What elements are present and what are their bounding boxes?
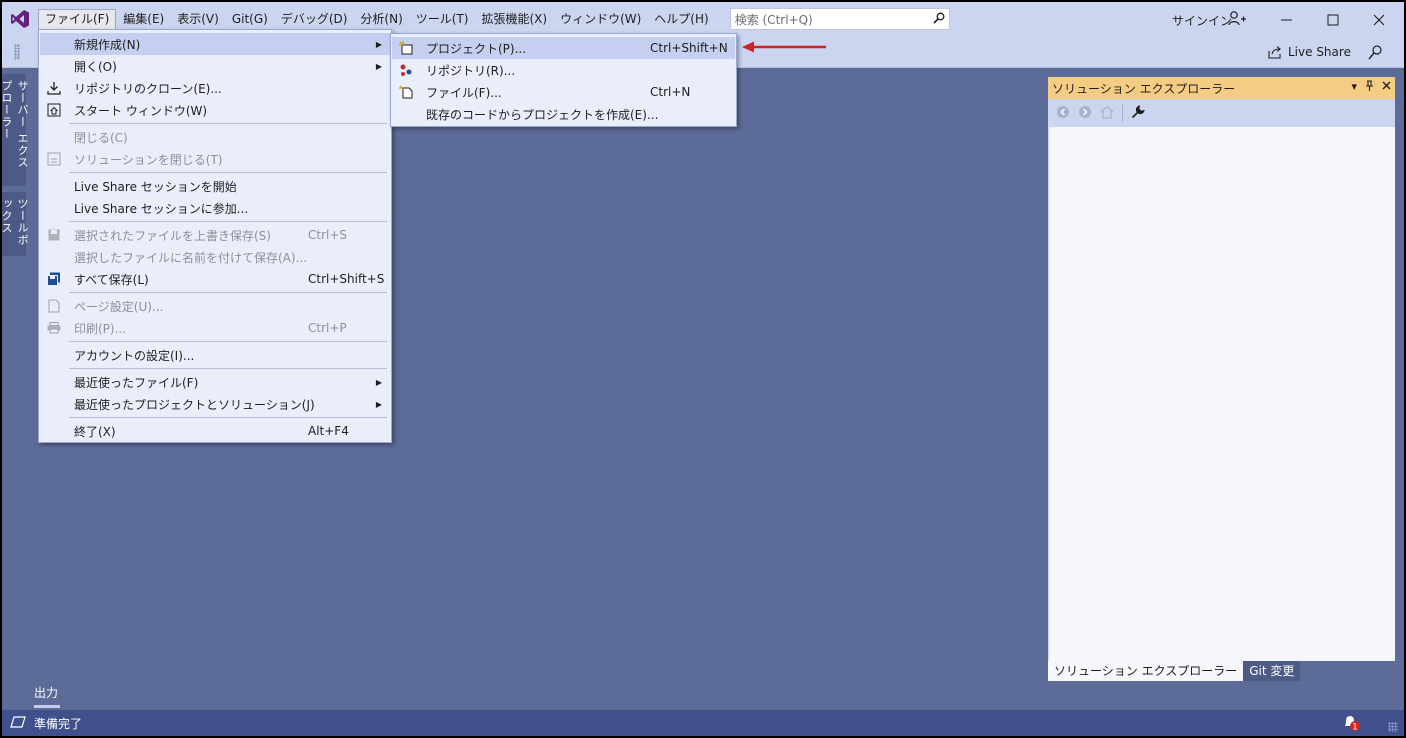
menu-git[interactable]: Git(G) <box>226 9 274 29</box>
solution-explorer-tabs: ソリューション エクスプローラー Git 変更 <box>1048 661 1395 681</box>
menu-liveshare-start[interactable]: Live Share セッションを開始 <box>40 175 390 197</box>
download-icon <box>46 80 62 96</box>
menu-exit[interactable]: 終了(X) Alt+F4 <box>40 420 390 442</box>
liveshare-button[interactable]: Live Share <box>1268 45 1351 59</box>
menu-file[interactable]: ファイル(F) <box>38 9 117 29</box>
menu-start-window[interactable]: スタート ウィンドウ(W) <box>40 99 390 121</box>
back-icon[interactable] <box>1056 105 1070 122</box>
menu-liveshare-join[interactable]: Live Share セッションに参加... <box>40 197 390 219</box>
menu-page-setup[interactable]: ページ設定(U)... <box>40 295 390 317</box>
menu-extensions[interactable]: 拡張機能(X) <box>475 9 553 29</box>
resize-grip-icon[interactable] <box>1388 722 1398 732</box>
liveshare-label: Live Share <box>1288 45 1351 59</box>
menu-debug[interactable]: デバッグ(D) <box>275 9 354 29</box>
tab-solution-explorer[interactable]: ソリューション エクスプローラー <box>1048 661 1244 681</box>
pin-icon[interactable] <box>1365 80 1374 94</box>
share-icon <box>1268 46 1281 59</box>
menu-separator <box>69 417 387 418</box>
menu-separator <box>69 221 387 222</box>
left-dock-tabs: サーバー エクスプローラー ツールボックス <box>2 74 29 262</box>
menu-help[interactable]: ヘルプ(H) <box>648 9 714 29</box>
notification-count: 1 <box>1352 723 1358 733</box>
submenu-new-repository[interactable]: リポジトリ(R)... <box>392 59 735 81</box>
printer-icon <box>46 320 62 336</box>
search-input[interactable]: 検索 (Ctrl+Q) <box>729 8 950 30</box>
menu-window[interactable]: ウィンドウ(W) <box>554 9 647 29</box>
toolbar-grip-icon[interactable] <box>14 44 20 60</box>
feedback-icon[interactable] <box>1368 44 1384 63</box>
menu-save-selected[interactable]: 選択されたファイルを上書き保存(S) Ctrl+S <box>40 224 390 246</box>
search-placeholder: 検索 (Ctrl+Q) <box>734 12 813 27</box>
annotation-arrow-icon <box>742 41 828 56</box>
dropdown-arrow-icon[interactable]: ▾ <box>1351 80 1357 94</box>
menu-new[interactable]: 新規作成(N) ▶ <box>40 33 390 55</box>
toolbar-divider <box>1122 104 1123 122</box>
menu-recent-projects[interactable]: 最近使ったプロジェクトとソリューション(J) ▶ <box>40 393 390 415</box>
close-button[interactable] <box>1364 8 1394 32</box>
menu-separator <box>69 292 387 293</box>
submenu-arrow-icon: ▶ <box>375 377 382 387</box>
solution-explorer-panel: ソリューション エクスプローラー ▾ ソリューション エクスプローラー Git … <box>1048 77 1395 681</box>
menu-save-as[interactable]: 選択したファイルに名前を付けて保存(A)... <box>40 246 390 268</box>
search-icon <box>929 12 949 27</box>
submenu-arrow-icon: ▶ <box>375 39 382 49</box>
menu-separator <box>69 123 387 124</box>
status-bar: 準備完了 1 <box>2 710 1404 736</box>
forward-icon[interactable] <box>1078 105 1092 122</box>
repository-icon <box>398 62 414 78</box>
notification-bell-icon[interactable]: 1 <box>1342 714 1362 735</box>
submenu-arrow-icon: ▶ <box>375 61 382 71</box>
menu-close-solution[interactable]: ソリューションを閉じる(T) <box>40 148 390 170</box>
solution-explorer-title: ソリューション エクスプローラー <box>1052 81 1236 96</box>
menu-view[interactable]: 表示(V) <box>171 9 225 29</box>
new-file-icon <box>398 84 414 100</box>
minimize-button[interactable] <box>1272 8 1302 32</box>
menu-tools[interactable]: ツール(T) <box>410 9 475 29</box>
new-submenu-dropdown: プロジェクト(P)... Ctrl+Shift+N リポジトリ(R)... ファ… <box>390 33 737 127</box>
visual-studio-logo-icon[interactable] <box>2 2 38 36</box>
home-icon[interactable] <box>1100 105 1114 122</box>
menu-close[interactable]: 閉じる(C) <box>40 126 390 148</box>
menu-save-all[interactable]: すべて保存(L) Ctrl+Shift+S <box>40 268 390 290</box>
server-explorer-tab[interactable]: サーバー エクスプローラー <box>2 74 29 186</box>
ready-icon <box>10 715 26 731</box>
output-tab[interactable]: 出力 <box>34 684 58 701</box>
solution-explorer-titlebar: ソリューション エクスプローラー ▾ <box>1048 77 1395 99</box>
menu-print[interactable]: 印刷(P)... Ctrl+P <box>40 317 390 339</box>
menu-analyze[interactable]: 分析(N) <box>354 9 408 29</box>
person-add-icon[interactable] <box>1228 10 1246 29</box>
page-setup-icon <box>46 298 62 314</box>
save-all-icon <box>46 271 62 287</box>
menu-separator <box>69 368 387 369</box>
submenu-new-file[interactable]: ファイル(F)... Ctrl+N <box>392 81 735 103</box>
menu-separator <box>69 172 387 173</box>
tab-git-changes[interactable]: Git 変更 <box>1243 661 1301 681</box>
file-menu-dropdown: 新規作成(N) ▶ 開く(O) ▶ リポジトリのクローン(E)... スタート … <box>38 29 392 443</box>
submenu-project-from-code[interactable]: 既存のコードからプロジェクトを作成(E)... <box>392 103 735 125</box>
close-solution-icon <box>46 151 62 167</box>
output-tab-indicator <box>34 705 60 708</box>
new-project-icon <box>398 40 414 56</box>
submenu-arrow-icon: ▶ <box>375 399 382 409</box>
vs-window: ファイル(F) 編集(E) 表示(V) Git(G) デバッグ(D) 分析(N)… <box>2 2 1404 736</box>
menu-account-settings[interactable]: アカウントの設定(I)... <box>40 344 390 366</box>
menu-separator <box>69 341 387 342</box>
solution-explorer-tree[interactable] <box>1048 127 1395 661</box>
solution-explorer-toolbar <box>1048 99 1395 127</box>
status-text: 準備完了 <box>34 716 83 731</box>
panel-close-icon[interactable] <box>1382 80 1391 94</box>
menu-open[interactable]: 開く(O) ▶ <box>40 55 390 77</box>
properties-wrench-icon[interactable] <box>1131 104 1145 122</box>
maximize-button[interactable] <box>1318 8 1348 32</box>
save-icon <box>46 227 62 243</box>
toolbox-tab[interactable]: ツールボックス <box>2 192 29 256</box>
home-window-icon <box>46 102 62 118</box>
signin-link[interactable]: サインイン <box>1172 12 1232 29</box>
menu-edit[interactable]: 編集(E) <box>117 9 170 29</box>
menu-clone-repository[interactable]: リポジトリのクローン(E)... <box>40 77 390 99</box>
submenu-new-project[interactable]: プロジェクト(P)... Ctrl+Shift+N <box>392 37 735 59</box>
menu-recent-files[interactable]: 最近使ったファイル(F) ▶ <box>40 371 390 393</box>
